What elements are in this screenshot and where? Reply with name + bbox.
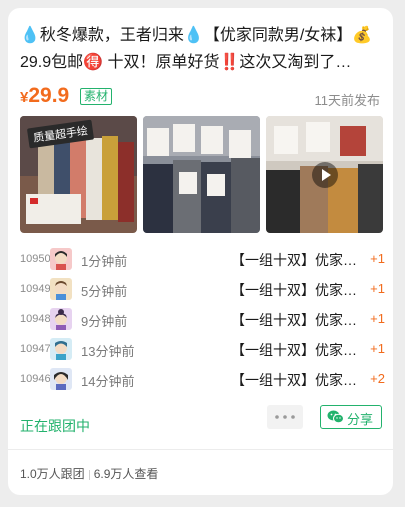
avatar-cartoon-icon [50,278,72,300]
order-row[interactable]: 10947 13分钟前 【一组十双】优家同款男/女袜 +1 [20,334,385,364]
order-id: 10946 [20,373,51,385]
play-icon[interactable] [312,162,338,188]
image-gallery: 质量超手绘 [20,116,383,233]
order-qty: +1 [370,251,385,266]
order-title: 【一组十双】优家同款男/女袜 [231,282,361,298]
stats-separator [88,469,90,480]
group-buy-card[interactable]: 💧秋冬爆款，王者归来💧【优家同款男/女袜】💰29.9包邮🉐 十双！原单好货‼️这… [8,8,393,495]
order-qty: +1 [370,311,385,326]
order-list: 10950 1分钟前 【一组十双】优家同款男/女袜 +1 10949 [20,244,385,394]
price: ¥29.9 [20,84,69,108]
order-time: 5分钟前 [81,284,128,299]
order-id: 10948 [20,313,51,325]
avatar [50,278,72,300]
order-id: 10949 [20,283,51,295]
more-dots-icon [275,415,295,419]
avatar-cartoon-icon [50,368,72,390]
publish-time: 11天前发布 [314,93,381,108]
avatar [50,368,72,390]
order-qty: +2 [370,371,385,386]
product-image-3[interactable] [266,116,383,233]
order-qty: +1 [370,341,385,356]
followers-count: 1.0万人跟团 [20,467,85,481]
share-label: 分享 [347,412,374,427]
share-button[interactable]: 分享 [320,405,382,429]
price-row: ¥29.9 素材 11天前发布 [20,84,382,110]
order-id: 10950 [20,253,51,265]
order-id: 10947 [20,343,51,355]
socks-photo-2 [143,116,260,233]
order-row[interactable]: 10949 5分钟前 【一组十双】优家同款男/女袜 +1 [20,274,385,304]
avatar-cartoon-icon [50,248,72,270]
order-qty: +1 [370,281,385,296]
order-time: 9分钟前 [81,314,128,329]
order-time: 14分钟前 [81,374,135,389]
group-stats: 1.0万人跟团 6.9万人查看 [20,465,158,482]
product-image-2[interactable] [143,116,260,233]
order-row[interactable]: 10946 14分钟前 【一组十双】优家同款男/女袜 +2 [20,364,385,394]
views-count: 6.9万人查看 [93,467,159,481]
wechat-icon [327,410,344,424]
more-button[interactable] [267,405,303,429]
divider [8,449,393,450]
order-title: 【一组十双】优家同款男/女袜 [231,372,361,388]
group-status[interactable]: 正在跟团中 [20,416,90,436]
material-tag[interactable]: 素材 [80,88,113,105]
avatar-cartoon-icon [50,338,72,360]
order-row[interactable]: 10948 9分钟前 【一组十双】优家同款男/女袜 +1 [20,304,385,334]
avatar [50,248,72,270]
order-title: 【一组十双】优家同款男/女袜 [231,252,361,268]
product-image-1[interactable]: 质量超手绘 [20,116,137,233]
price-value: 29.9 [28,84,70,107]
avatar [50,338,72,360]
order-title: 【一组十双】优家同款男/女袜 [231,312,361,328]
order-time: 13分钟前 [81,344,135,359]
order-time: 1分钟前 [81,254,128,269]
post-title[interactable]: 💧秋冬爆款，王者归来💧【优家同款男/女袜】💰29.9包邮🉐 十双！原单好货‼️这… [20,22,382,76]
order-title: 【一组十双】优家同款男/女袜 [231,342,361,358]
avatar-cartoon-icon [50,308,72,330]
order-row[interactable]: 10950 1分钟前 【一组十双】优家同款男/女袜 +1 [20,244,385,274]
avatar [50,308,72,330]
